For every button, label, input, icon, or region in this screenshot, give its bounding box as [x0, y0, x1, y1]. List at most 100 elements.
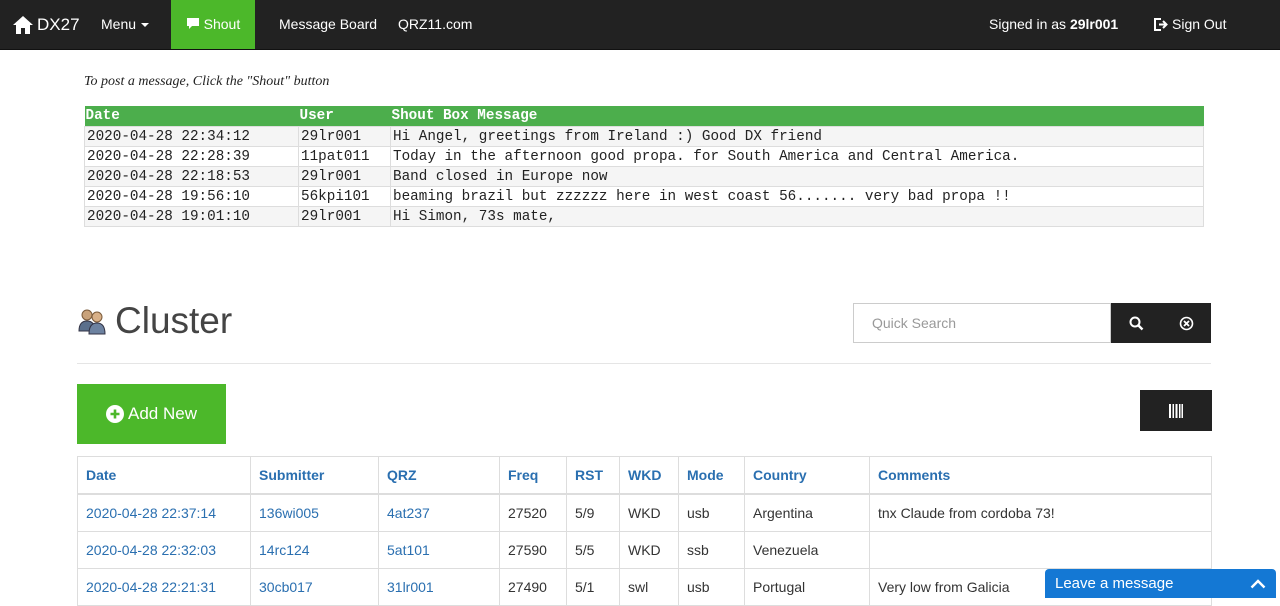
shout-header-date: Date: [84, 106, 299, 127]
shout-user: 11pat011: [298, 146, 391, 167]
users-icon: [78, 309, 106, 335]
brand-label: DX27: [37, 15, 80, 34]
shout-user: 56kpi101: [298, 186, 391, 207]
cell-submitter[interactable]: 136wi005: [250, 493, 379, 532]
quick-search-box: [853, 303, 1111, 343]
shout-row: 2020-04-28 22:34:12 29lr001 Hi Angel, gr…: [84, 126, 1204, 147]
cell-comments: tnx Claude from cordoba 73!: [869, 493, 1212, 532]
cell-date[interactable]: 2020-04-28 22:21:31: [77, 568, 251, 606]
signed-in-status: Signed in as 29lr001: [989, 0, 1118, 49]
column-header-comments[interactable]: Comments: [869, 456, 1212, 495]
shout-user: 29lr001: [298, 126, 391, 147]
shout-button[interactable]: Shout: [171, 0, 255, 49]
menu-label: Menu: [101, 16, 137, 32]
shout-message: Band closed in Europe now: [390, 166, 1204, 187]
chevron-up-icon: [1250, 578, 1266, 588]
cell-mode: usb: [678, 493, 745, 532]
message-board-link[interactable]: Message Board: [279, 0, 377, 49]
column-header-qrz[interactable]: QRZ: [378, 456, 500, 495]
leave-message-label: Leave a message: [1055, 575, 1174, 592]
cell-country: Portugal: [744, 568, 870, 606]
cell-freq: 27590: [499, 531, 567, 569]
search-button[interactable]: [1111, 303, 1161, 343]
cell-comments: [869, 531, 1212, 569]
divider: [77, 363, 1211, 364]
shout-row: 2020-04-28 22:28:39 11pat011 Today in th…: [84, 146, 1204, 167]
sign-out-icon: [1154, 18, 1168, 31]
cell-date[interactable]: 2020-04-28 22:37:14: [77, 493, 251, 532]
username: 29lr001: [1069, 16, 1119, 32]
shout-message: Hi Simon, 73s mate,: [390, 206, 1204, 227]
cell-freq: 27520: [499, 493, 567, 532]
cell-wkd: swl: [619, 568, 679, 606]
menu-dropdown[interactable]: Menu: [101, 0, 150, 49]
column-header-freq[interactable]: Freq: [499, 456, 567, 495]
column-header-rst[interactable]: RST: [566, 456, 620, 495]
cell-rst: 5/1: [566, 568, 620, 606]
plus-circle-icon: [106, 405, 124, 423]
shout-date: 2020-04-28 22:34:12: [84, 126, 299, 147]
cluster-heading: Cluster: [77, 300, 232, 342]
table-row: 2020-04-28 22:21:31 30cb017 31lr001 2749…: [77, 568, 1212, 606]
table-row: 2020-04-28 22:37:14 136wi005 4at237 2752…: [77, 493, 1212, 532]
cell-submitter[interactable]: 14rc124: [250, 531, 379, 569]
cell-mode: usb: [678, 568, 745, 606]
cell-rst: 5/5: [566, 531, 620, 569]
shout-header-user: User: [298, 106, 391, 127]
cell-submitter[interactable]: 30cb017: [250, 568, 379, 606]
cell-qrz[interactable]: 5at101: [378, 531, 500, 569]
search-icon: [1129, 316, 1143, 330]
shout-date: 2020-04-28 19:56:10: [84, 186, 299, 207]
clear-search-button[interactable]: [1161, 303, 1211, 343]
shout-message: Today in the afternoon good propa. for S…: [390, 146, 1204, 167]
table-row: 2020-04-28 22:32:03 14rc124 5at101 27590…: [77, 531, 1212, 569]
cell-country: Venezuela: [744, 531, 870, 569]
close-circle-icon: [1179, 316, 1193, 330]
shout-message: beaming brazil but zzzzzz here in west c…: [390, 186, 1204, 207]
columns-toggle-button[interactable]: [1140, 390, 1212, 431]
column-header-country[interactable]: Country: [744, 456, 870, 495]
cell-wkd: WKD: [619, 531, 679, 569]
column-header-wkd[interactable]: WKD: [619, 456, 679, 495]
quick-search-input[interactable]: [870, 304, 1104, 342]
shout-box-table: Date User Shout Box Message 2020-04-28 2…: [84, 106, 1204, 227]
qrz-link[interactable]: QRZ11.com: [398, 0, 472, 49]
cell-qrz[interactable]: 31lr001: [378, 568, 500, 606]
cell-wkd: WKD: [619, 493, 679, 532]
shout-row: 2020-04-28 22:18:53 29lr001 Band closed …: [84, 166, 1204, 187]
caret-down-icon: [141, 23, 150, 28]
shout-date: 2020-04-28 22:18:53: [84, 166, 299, 187]
shout-row: 2020-04-28 19:56:10 56kpi101 beaming bra…: [84, 186, 1204, 207]
cell-date[interactable]: 2020-04-28 22:32:03: [77, 531, 251, 569]
shout-header-message: Shout Box Message: [390, 106, 1204, 127]
cell-country: Argentina: [744, 493, 870, 532]
cluster-table: Date Submitter QRZ Freq RST WKD Mode Cou…: [77, 456, 1212, 606]
home-icon: [12, 15, 34, 35]
cell-rst: 5/9: [566, 493, 620, 532]
column-header-mode[interactable]: Mode: [678, 456, 745, 495]
comment-icon: [186, 18, 199, 29]
sign-out-link[interactable]: Sign Out: [1153, 0, 1226, 49]
leave-message-widget[interactable]: Leave a message: [1045, 569, 1276, 598]
cell-qrz[interactable]: 4at237: [378, 493, 500, 532]
shout-date: 2020-04-28 22:28:39: [84, 146, 299, 167]
add-new-button[interactable]: Add New: [77, 384, 226, 444]
shout-user: 29lr001: [298, 206, 391, 227]
shout-message: Hi Angel, greetings from Ireland :) Good…: [390, 126, 1204, 147]
cell-freq: 27490: [499, 568, 567, 606]
cluster-title: Cluster: [115, 300, 233, 341]
shout-date: 2020-04-28 19:01:10: [84, 206, 299, 227]
brand-link[interactable]: DX27: [12, 0, 80, 49]
top-navbar: DX27 Menu Shout Message Board QRZ11.com …: [0, 0, 1280, 50]
shout-instructions: To post a message, Click the "Shout" but…: [84, 74, 330, 89]
add-new-label: Add New: [128, 404, 197, 423]
cell-mode: ssb: [678, 531, 745, 569]
shout-row: 2020-04-28 19:01:10 29lr001 Hi Simon, 73…: [84, 206, 1204, 227]
signed-in-prefix: Signed in as: [989, 16, 1070, 32]
column-header-date[interactable]: Date: [77, 456, 251, 495]
shout-label: Shout: [203, 16, 241, 32]
column-header-submitter[interactable]: Submitter: [250, 456, 379, 495]
columns-icon: [1169, 403, 1183, 418]
shout-user: 29lr001: [298, 166, 391, 187]
sign-out-label: Sign Out: [1172, 16, 1227, 32]
